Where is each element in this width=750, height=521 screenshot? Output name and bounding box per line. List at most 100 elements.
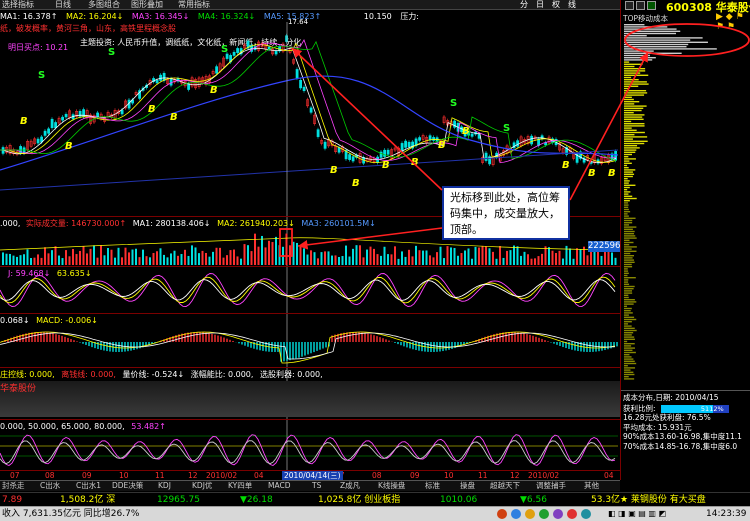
volume-bar — [138, 257, 141, 265]
chip-bar — [624, 211, 631, 213]
chip-bar — [624, 316, 635, 318]
volume-bar — [569, 248, 571, 265]
tab-indicator[interactable]: C出水 — [40, 481, 60, 491]
volume-bar — [47, 253, 50, 265]
chip-bar — [624, 246, 637, 248]
tab-indicator[interactable]: KY四单 — [228, 481, 252, 491]
volume-bar — [131, 249, 134, 265]
kdj-d-value: 63.635↓ — [56, 269, 92, 278]
candle-body — [516, 140, 520, 147]
volume-bar — [33, 257, 36, 265]
volume-bar — [271, 242, 274, 265]
tab-indicator[interactable]: MACD — [268, 481, 290, 491]
chip-bar — [624, 153, 633, 156]
tab-indicator[interactable]: 超越天下 — [490, 481, 520, 491]
tab-indicator[interactable]: 操盘 — [460, 481, 475, 491]
chip-bar — [624, 48, 717, 50]
chip-bar — [624, 83, 649, 85]
chip-bar — [624, 351, 636, 354]
candle-body — [47, 128, 51, 134]
chip-bar — [624, 252, 631, 255]
tab-indicator[interactable]: 其他 — [584, 481, 599, 491]
tab-indicator[interactable]: KDJ — [158, 481, 171, 491]
volume-bar — [114, 257, 116, 265]
chip-bar — [624, 24, 645, 26]
settings-icon[interactable] — [581, 509, 591, 519]
search-icon[interactable] — [511, 509, 521, 519]
sell-mark: S — [503, 123, 511, 134]
stock-picker: 选股利器: 0.000, — [259, 370, 323, 379]
volume-bar — [23, 254, 25, 265]
volume-bar — [264, 247, 267, 265]
tab-indicator[interactable]: TS — [312, 481, 321, 491]
volume-bar — [149, 257, 151, 265]
tab-indicator[interactable]: Z成凡 — [340, 481, 360, 491]
chip-bar — [624, 96, 632, 98]
candle-body — [61, 116, 65, 121]
candle-body — [386, 149, 390, 155]
chip-bar — [624, 305, 628, 307]
chip-bar — [624, 323, 629, 325]
chip-bar — [624, 125, 645, 127]
buy-mark: B — [562, 160, 570, 171]
date-tick: 12 — [510, 471, 520, 480]
date-tick: 08 — [45, 471, 55, 480]
volume-bar — [387, 254, 389, 265]
chip-bar — [624, 81, 647, 83]
message-icon[interactable] — [553, 509, 563, 519]
chip-bar — [624, 241, 634, 244]
chip-bar — [624, 281, 629, 283]
chip-bar — [624, 193, 629, 195]
gain-ratio: 涨幅能比: 0.000, — [190, 370, 254, 379]
buy-mark: B — [382, 160, 390, 171]
candle-body — [404, 140, 408, 148]
oscillator-value: 53.482↑ — [131, 422, 166, 431]
chip-bar — [624, 354, 630, 356]
chip-bar — [624, 378, 635, 380]
volume-bar — [191, 245, 193, 265]
chip-bar — [624, 318, 637, 321]
chip-bar — [624, 59, 653, 61]
volume-bar — [548, 247, 550, 265]
buy-mark: B — [588, 168, 596, 179]
chip-bar — [624, 134, 635, 136]
volume-bar — [30, 258, 32, 265]
connect-icon[interactable] — [539, 509, 549, 519]
chip-bar — [624, 57, 656, 59]
volume-bar — [355, 245, 358, 265]
news-icon[interactable] — [567, 509, 577, 519]
date-tick: 11 — [478, 471, 488, 480]
chip-bar — [624, 369, 631, 371]
candle-body — [120, 109, 124, 115]
tab-indicator[interactable]: 封杀走 — [2, 481, 25, 491]
candle-body — [484, 152, 488, 161]
candle-body — [337, 147, 341, 153]
volume-bar — [352, 248, 354, 265]
chip-bar — [624, 50, 654, 52]
volume-bar — [26, 249, 29, 265]
long-ma-line — [0, 149, 619, 191]
record-icon[interactable] — [497, 509, 507, 519]
volume-bar — [37, 254, 39, 265]
kdj-header: J: 59.468↓ 63.635↓ — [0, 268, 92, 279]
custom-indicator-area — [0, 381, 620, 417]
tab-indicator[interactable]: 调整捕手 — [536, 481, 566, 491]
chip-bar — [624, 109, 642, 112]
volume-bar — [19, 255, 22, 265]
tab-indicator[interactable]: KDJ优 — [192, 481, 212, 491]
volume-bar — [40, 257, 43, 265]
tab-indicator[interactable]: DDE决策 — [112, 481, 143, 491]
tray-icons[interactable]: ◧ ◨ ▣ ▤ ▥ ◩ — [608, 508, 666, 520]
tab-indicator[interactable]: K线操盘 — [378, 481, 405, 491]
news-ticker[interactable]: 收入 7,631.35亿元 同比增26.7% — [2, 508, 139, 520]
tab-indicator[interactable]: C出水1 — [76, 481, 101, 491]
volume-bar — [201, 250, 204, 265]
volume-bar — [320, 252, 323, 265]
chip-bar — [624, 332, 634, 334]
alert-ticker[interactable]: ★ 莱钢股份 有大买盘 — [620, 494, 706, 506]
candle-body — [236, 48, 240, 53]
status-icons — [497, 509, 597, 520]
tab-indicator[interactable]: 标准 — [425, 481, 440, 491]
alert-icon[interactable] — [525, 509, 535, 519]
volume-bar — [537, 256, 540, 265]
